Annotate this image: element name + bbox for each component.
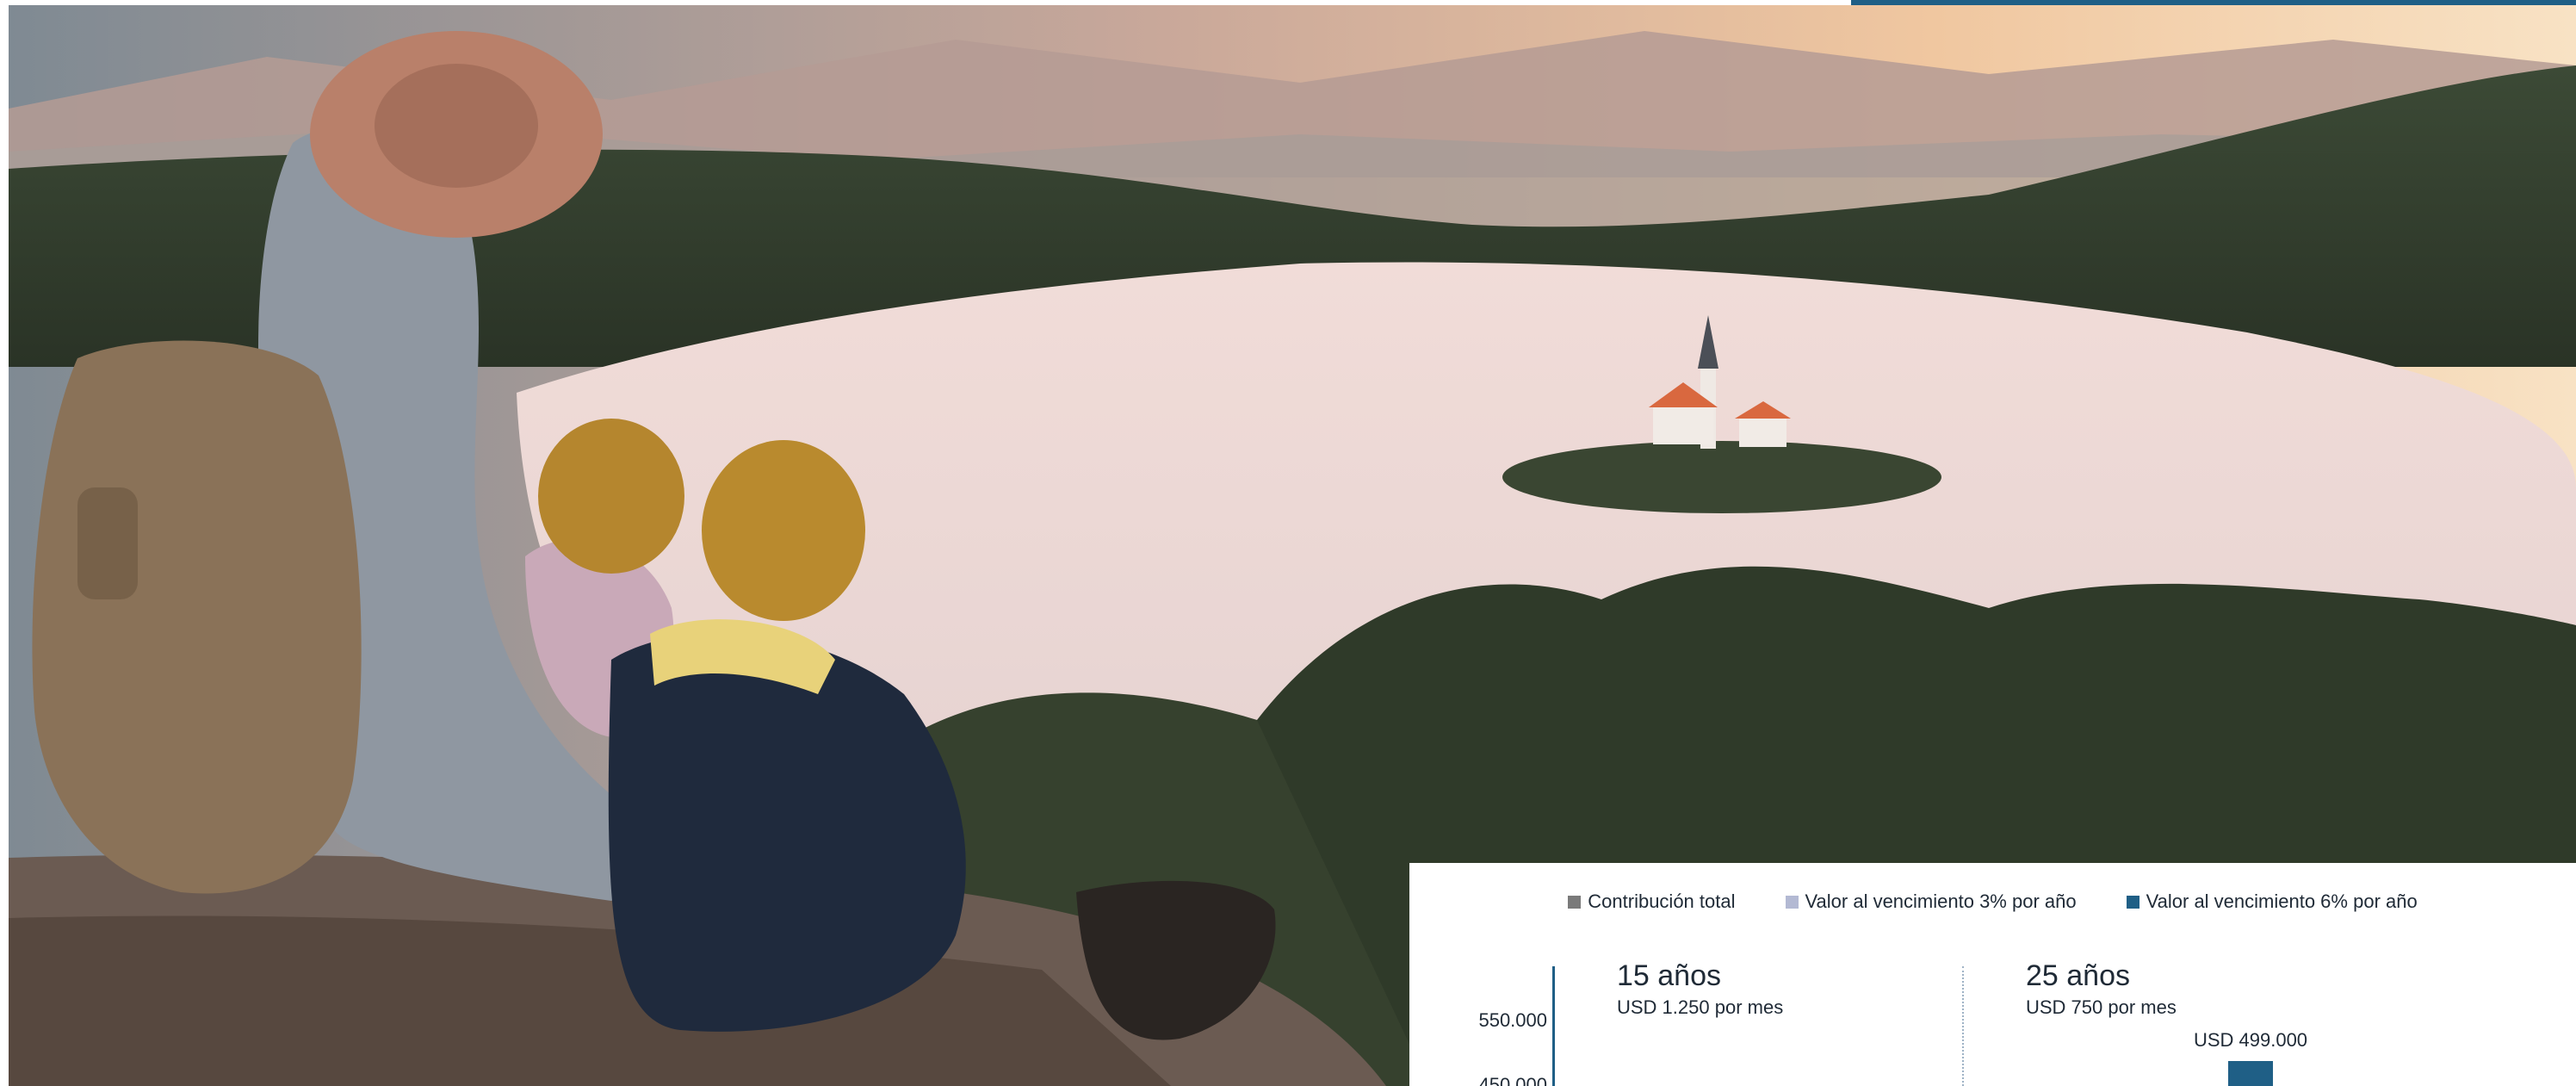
legend-swatch-value-6pct [2126,895,2139,909]
legend-item-contribution: Contribución total [1568,891,1736,913]
y-tick-label: 550.000 [1478,1009,1547,1031]
legend-label-value-6pct: Valor al vencimiento 6% por año [2146,891,2418,912]
top-white-band [0,0,1851,3]
y-axis: 550.000 450.000 [1409,863,1547,1086]
chart-legend: Contribución total Valor al vencimiento … [1409,889,2576,915]
legend-label-contribution: Contribución total [1588,891,1736,912]
y-axis-line [1552,966,1555,1086]
group-subtitle: USD 750 por mes [2026,996,2177,1018]
group-divider [1962,966,1964,1086]
legend-swatch-contribution [1568,895,1582,909]
chart-panel: Contribución total Valor al vencimiento … [1409,863,2576,1086]
legend-swatch-value-3pct [1785,895,1799,909]
group-title: 15 años [1617,959,1721,992]
group-15-years: 15 años USD 1.250 por mes [1617,960,1783,1019]
bar-data-label: USD 499.000 [2193,1029,2308,1051]
bar-value-6pct [2228,1061,2273,1086]
group-subtitle: USD 1.250 por mes [1617,996,1784,1018]
y-tick-label: 450.000 [1478,1074,1547,1086]
legend-label-value-3pct: Valor al vencimiento 3% por año [1805,891,2077,912]
legend-item-value-6pct: Valor al vencimiento 6% por año [2126,891,2418,913]
group-25-years: 25 años USD 750 por mes [2026,960,2177,1019]
legend-item-value-3pct: Valor al vencimiento 3% por año [1785,891,2077,913]
group-title: 25 años [2026,959,2130,992]
